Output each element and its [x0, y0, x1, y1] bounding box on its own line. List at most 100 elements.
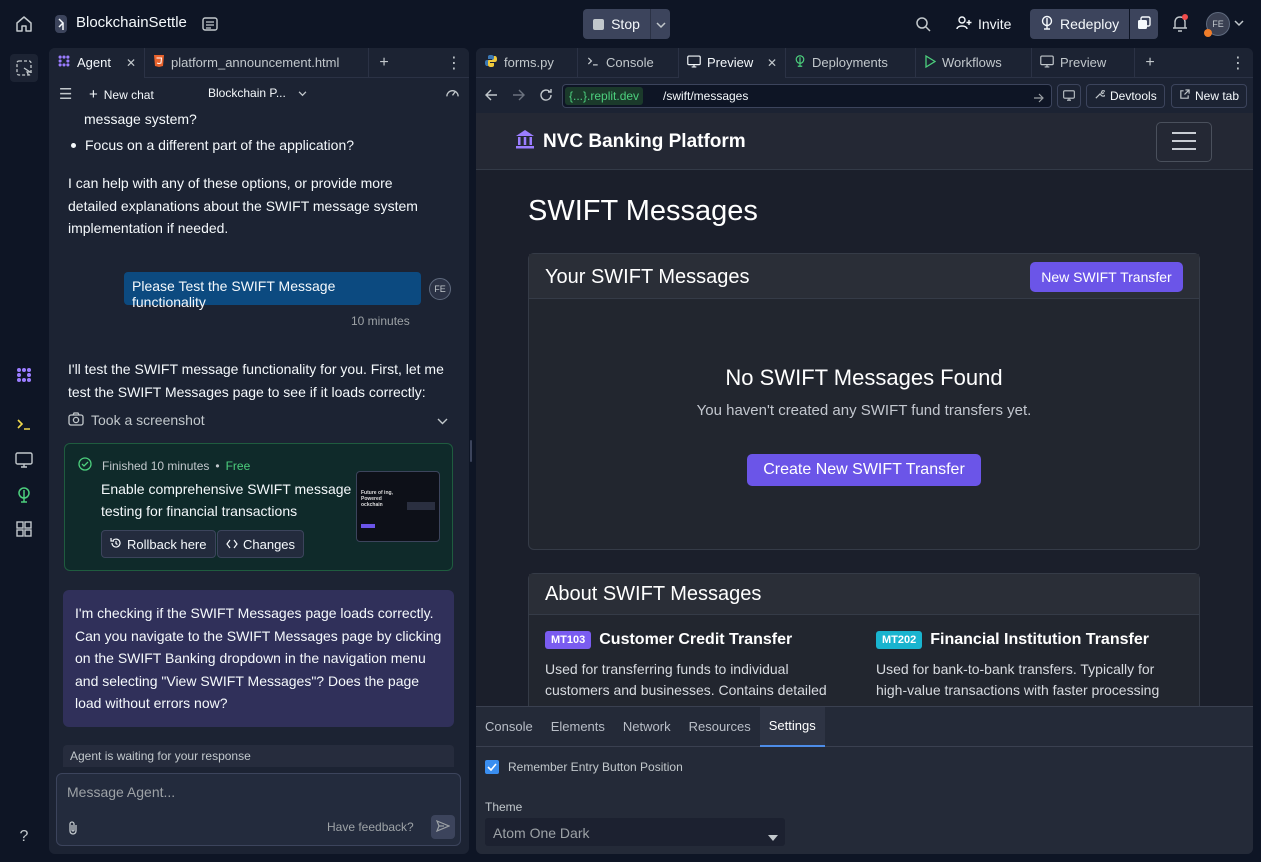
rollback-button[interactable]: Rollback here: [101, 530, 216, 558]
create-swift-transfer-button[interactable]: Create New SWIFT Transfer: [747, 454, 981, 486]
more-options-icon[interactable]: ⋮: [439, 48, 469, 78]
checkpoint-card: Finished 10 minutes • Free Enable compre…: [64, 443, 453, 571]
rollback-label: Rollback here: [127, 536, 207, 552]
new-tab-plus-icon[interactable]: +: [369, 48, 399, 78]
url-path[interactable]: /swift/messages: [663, 89, 748, 103]
changes-button[interactable]: Changes: [217, 530, 305, 558]
thumbnail-block: [407, 502, 435, 510]
forward-arrow-icon[interactable]: [512, 89, 525, 104]
bullet-dot: [71, 142, 76, 148]
file-tree-icon[interactable]: [10, 54, 38, 82]
chat-selector[interactable]: Blockchain P...: [208, 86, 307, 100]
message-timestamp: 10 minutes: [351, 314, 410, 328]
close-icon[interactable]: ✕: [767, 56, 777, 70]
agent-intro-text: I'll test the SWIFT message functionalit…: [68, 361, 444, 400]
preview-icon[interactable]: [10, 449, 38, 471]
tab-agent-label: Agent: [77, 55, 111, 70]
devtools-tab-elements[interactable]: Elements: [542, 707, 614, 747]
all-tools-icon[interactable]: [10, 518, 38, 540]
browser-bar: {...}.replit.dev /swift/messages Devtool…: [476, 79, 1253, 113]
tab-preview-active[interactable]: Preview ✕: [679, 48, 786, 78]
console-icon[interactable]: [10, 413, 38, 435]
tab-platform-announcement[interactable]: platform_announcement.html: [145, 48, 369, 78]
deployments-menu-button[interactable]: [1130, 9, 1158, 39]
monitor-icon: [1063, 89, 1075, 104]
go-arrow-icon[interactable]: [1033, 91, 1044, 106]
play-icon: [924, 54, 937, 71]
send-button[interactable]: [431, 815, 455, 839]
new-chat-button[interactable]: + New chat: [89, 86, 154, 103]
back-arrow-icon[interactable]: [485, 89, 498, 104]
chevron-down-icon[interactable]: [1234, 18, 1244, 28]
devtools-panel: Console Elements Network Resources Setti…: [476, 706, 1253, 854]
help-icon[interactable]: ?: [10, 826, 38, 848]
new-tab-button[interactable]: New tab: [1171, 84, 1248, 108]
search-icon[interactable]: [913, 14, 933, 34]
checkpoint-price: Free: [225, 458, 251, 473]
thumbnail-button: [361, 524, 375, 528]
remember-checkbox[interactable]: [485, 760, 499, 774]
tab-forms-label: forms.py: [504, 55, 554, 70]
url-bar[interactable]: {...}.replit.dev /swift/messages: [562, 84, 1052, 108]
device-toggle-button[interactable]: [1057, 84, 1081, 108]
remember-label: Remember Entry Button Position: [508, 760, 683, 774]
project-name[interactable]: BlockchainSettle: [76, 14, 187, 31]
redeploy-button[interactable]: Redeploy: [1030, 9, 1129, 39]
console-icon: [586, 55, 600, 70]
menu-icon[interactable]: ☰: [59, 85, 72, 103]
run-options-button[interactable]: [650, 9, 670, 39]
code-icon: [226, 537, 238, 552]
gauge-icon[interactable]: [445, 86, 460, 104]
agent-tabbar: Agent ✕ platform_announcement.html + ⋮: [49, 48, 469, 78]
site-brand[interactable]: NVC Banking Platform: [514, 128, 746, 156]
page-title: SWIFT Messages: [528, 195, 758, 227]
bell-icon[interactable]: [1170, 13, 1190, 35]
stop-button[interactable]: Stop: [583, 9, 650, 39]
feedback-link[interactable]: Have feedback?: [327, 820, 414, 834]
message-input[interactable]: Message Agent...: [67, 784, 175, 800]
chevron-down-icon: [655, 17, 666, 32]
chat-title: Blockchain P...: [208, 86, 286, 100]
url-domain[interactable]: {...}.replit.dev: [565, 87, 644, 105]
tab-console[interactable]: Console: [578, 48, 679, 78]
checkpoint-title: Enable comprehensive SWIFT message testi…: [101, 481, 352, 519]
agent-question-bubble: I'm checking if the SWIFT Messages page …: [63, 590, 454, 727]
home-icon[interactable]: [12, 12, 36, 36]
copy-icon: [1137, 15, 1151, 33]
theme-label: Theme: [485, 800, 523, 814]
preview-page: NVC Banking Platform SWIFT Messages Your…: [476, 113, 1253, 706]
theme-select[interactable]: Atom One Dark: [485, 818, 785, 846]
devtools-tab-resources[interactable]: Resources: [680, 707, 760, 747]
devtools-tab-console[interactable]: Console: [476, 707, 542, 747]
project-info-icon[interactable]: [200, 14, 220, 34]
new-chat-label: New chat: [103, 87, 154, 102]
devtools-tab-settings[interactable]: Settings: [759, 706, 825, 747]
card-title: Your SWIFT Messages: [545, 266, 750, 288]
hamburger-menu-button[interactable]: [1156, 122, 1212, 162]
tab-deployments[interactable]: Deployments: [786, 48, 916, 78]
mt202-description: Used for bank-to-bank transfers. Typical…: [876, 661, 1160, 698]
agent-icon[interactable]: [10, 363, 38, 387]
devtools-tab-network[interactable]: Network: [614, 707, 680, 747]
new-swift-transfer-button[interactable]: New SWIFT Transfer: [1030, 262, 1183, 292]
devtools-button[interactable]: Devtools: [1086, 84, 1165, 108]
tab-workflows[interactable]: Workflows: [916, 48, 1032, 78]
panel-resize-handle[interactable]: [470, 440, 472, 462]
invite-button[interactable]: Invite: [946, 9, 1021, 39]
waiting-banner: Agent is waiting for your response: [63, 745, 454, 767]
deployments-icon[interactable]: [10, 484, 38, 506]
more-options-icon[interactable]: ⋮: [1223, 48, 1253, 78]
tab-agent[interactable]: Agent ✕: [49, 48, 145, 78]
tab-forms-py[interactable]: forms.py: [476, 48, 578, 78]
refresh-icon[interactable]: [539, 88, 553, 105]
tab-console-label: Console: [606, 55, 654, 70]
top-bar: BlockchainSettle Stop Invite Redeploy FE: [0, 0, 1261, 48]
close-icon[interactable]: ✕: [126, 56, 136, 70]
message-cut-line: message system?: [84, 111, 197, 127]
paperclip-icon[interactable]: [67, 820, 79, 839]
new-tab-plus-icon[interactable]: +: [1135, 48, 1165, 78]
monitor-icon: [1040, 54, 1054, 71]
screenshot-action[interactable]: Took a screenshot: [68, 410, 448, 430]
checkpoint-thumbnail[interactable]: Future of ing, Powered ockchain: [356, 471, 440, 542]
tab-preview-2[interactable]: Preview: [1032, 48, 1135, 78]
